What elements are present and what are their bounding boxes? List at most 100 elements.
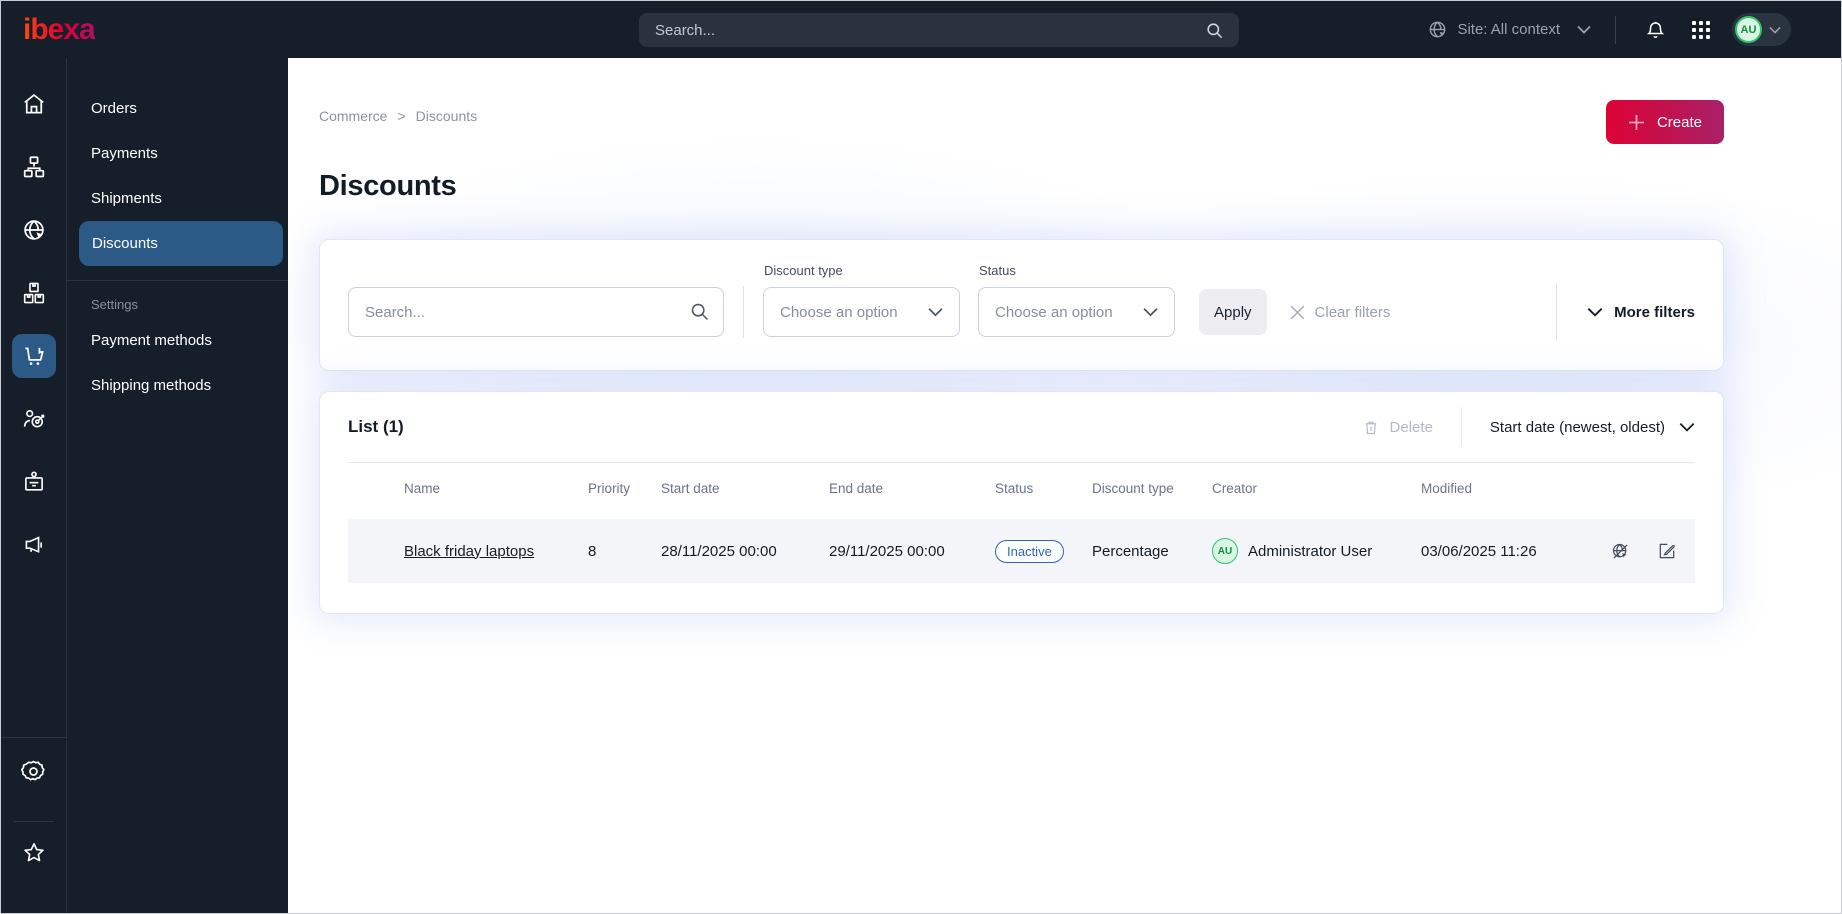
- clear-filters-button[interactable]: Clear filters: [1289, 303, 1391, 321]
- filter-divider: [743, 286, 744, 338]
- filter-search: [348, 287, 724, 337]
- topbar: ibexa Site: All context: [1, 1, 1841, 58]
- breadcrumb-current: Discounts: [415, 108, 478, 124]
- discounts-list: List (1) Delete Start date (newest, olde…: [319, 391, 1724, 614]
- cell-modified: 03/06/2025 11:26: [1421, 542, 1537, 560]
- cell-start-date: 28/11/2025 00:00: [661, 542, 777, 560]
- sidebar-item-content-tree[interactable]: [12, 145, 56, 189]
- iconbar-bottom: [1, 737, 66, 913]
- submenu-item-shipments[interactable]: Shipments: [67, 176, 288, 221]
- sidebar-item-site[interactable]: [12, 208, 56, 252]
- sort-label: Start date (newest, oldest): [1489, 418, 1665, 436]
- filters-bar: Discount type Choose an option Status Ch…: [319, 239, 1724, 371]
- search-icon[interactable]: [689, 301, 710, 327]
- app-window: ibexa Site: All context: [0, 0, 1842, 914]
- site-context-selector[interactable]: Site: All context: [1427, 19, 1591, 40]
- status-select[interactable]: Choose an option: [978, 287, 1175, 337]
- submenu-item-shipping-methods[interactable]: Shipping methods: [67, 363, 288, 408]
- breadcrumb-commerce[interactable]: Commerce: [319, 108, 387, 124]
- submenu-divider: [67, 280, 288, 281]
- chevron-down-icon: [1577, 25, 1591, 34]
- status-badge: Inactive: [995, 539, 1064, 563]
- user-menu[interactable]: AU: [1732, 13, 1791, 46]
- col-creator: Creator: [1212, 480, 1258, 496]
- apply-button[interactable]: Apply: [1199, 289, 1267, 335]
- discount-type-select[interactable]: Choose an option: [763, 287, 960, 337]
- chevron-down-icon: [1587, 307, 1603, 317]
- discounts-table: Name Priority Start date End date Status…: [348, 462, 1695, 583]
- col-start-date: Start date: [661, 480, 720, 496]
- topbar-divider: [1615, 15, 1616, 44]
- cell-discount-type: Percentage: [1092, 542, 1169, 560]
- more-filters-label: More filters: [1614, 303, 1695, 321]
- col-discount-type: Discount type: [1092, 480, 1174, 496]
- filter-search-input[interactable]: [348, 287, 724, 337]
- iconbar-divider-short: [13, 821, 54, 822]
- submenu-item-discounts[interactable]: Discounts: [79, 221, 283, 266]
- discount-type-value: Choose an option: [780, 303, 898, 321]
- user-avatar: AU: [1735, 16, 1762, 43]
- sort-select[interactable]: Start date (newest, oldest): [1490, 419, 1695, 436]
- main-content: Commerce > Discounts Create Discounts Se…: [288, 58, 1841, 913]
- status-label: Status: [979, 263, 1016, 278]
- chevron-down-icon: [1769, 26, 1781, 34]
- notifications-bell-icon[interactable]: [1640, 15, 1670, 45]
- submenu-settings-label: Settings: [91, 297, 138, 312]
- filter-discount-type: Discount type Choose an option: [763, 263, 960, 337]
- create-button[interactable]: Create: [1605, 100, 1724, 144]
- globe-icon: [1427, 19, 1448, 40]
- sidebar-item-customers[interactable]: [12, 397, 56, 441]
- preview-disabled-icon[interactable]: [1610, 541, 1631, 562]
- col-priority: Priority: [588, 480, 631, 496]
- close-icon: [1289, 304, 1306, 321]
- submenu-item-orders[interactable]: Orders: [67, 86, 288, 131]
- list-title: List (1): [348, 417, 404, 436]
- filter-status: Status Choose an option: [978, 263, 1175, 337]
- iconbar-divider: [1, 737, 66, 738]
- sidebar-item-commerce[interactable]: [11, 334, 56, 378]
- more-filters: More filters: [1556, 284, 1695, 340]
- status-value: Choose an option: [995, 303, 1113, 321]
- sidebar-item-marketing[interactable]: [12, 523, 56, 567]
- clear-filters-label: Clear filters: [1314, 303, 1391, 321]
- col-modified: Modified: [1421, 480, 1473, 496]
- submenu-item-payment-methods[interactable]: Payment methods: [67, 318, 288, 363]
- list-head-divider: [1460, 407, 1462, 447]
- more-filters-button[interactable]: More filters: [1587, 304, 1695, 321]
- sidebar-item-corporate[interactable]: [12, 460, 56, 504]
- discount-type-label: Discount type: [764, 263, 843, 278]
- creator-avatar: AU: [1212, 538, 1238, 564]
- chevron-down-icon: [1679, 422, 1695, 432]
- sidebar-item-products[interactable]: [12, 271, 56, 315]
- cell-creator: Administrator User: [1248, 542, 1373, 560]
- chevron-down-icon: [928, 307, 943, 317]
- page-title: Discounts: [319, 170, 457, 202]
- cell-priority: 8: [588, 542, 597, 560]
- chevron-down-icon: [1143, 307, 1158, 317]
- sidebar-item-admin-settings[interactable]: [12, 752, 56, 790]
- col-end-date: End date: [829, 480, 884, 496]
- col-name: Name: [404, 480, 441, 496]
- sidebar-item-bookmarks[interactable]: [12, 834, 56, 872]
- more-filters-divider: [1556, 284, 1558, 340]
- plus-icon: [1628, 114, 1645, 131]
- breadcrumb-separator: >: [397, 108, 406, 124]
- discount-name-link[interactable]: Black friday laptops: [404, 543, 534, 560]
- commerce-submenu: Orders Payments Shipments Discounts Sett…: [67, 58, 288, 913]
- delete-label: Delete: [1389, 418, 1433, 436]
- global-search-input[interactable]: [655, 21, 1203, 39]
- search-icon[interactable]: [1203, 19, 1225, 41]
- delete-button[interactable]: Delete: [1362, 418, 1433, 437]
- ibexa-logo[interactable]: ibexa: [23, 14, 96, 45]
- edit-icon[interactable]: [1657, 541, 1677, 562]
- site-selector-label: Site: All context: [1457, 21, 1560, 38]
- global-search: [639, 13, 1239, 47]
- table-row: Black friday laptops 8 28/11/2025 00:00 …: [348, 519, 1695, 583]
- topbar-right: Site: All context AU: [1427, 13, 1791, 46]
- trash-icon: [1362, 418, 1380, 437]
- app-grid-icon[interactable]: [1686, 15, 1716, 45]
- sidebar-item-home[interactable]: [12, 82, 56, 126]
- table-header-row: Name Priority Start date End date Status…: [348, 463, 1695, 513]
- col-status: Status: [995, 480, 1034, 496]
- submenu-item-payments[interactable]: Payments: [67, 131, 288, 176]
